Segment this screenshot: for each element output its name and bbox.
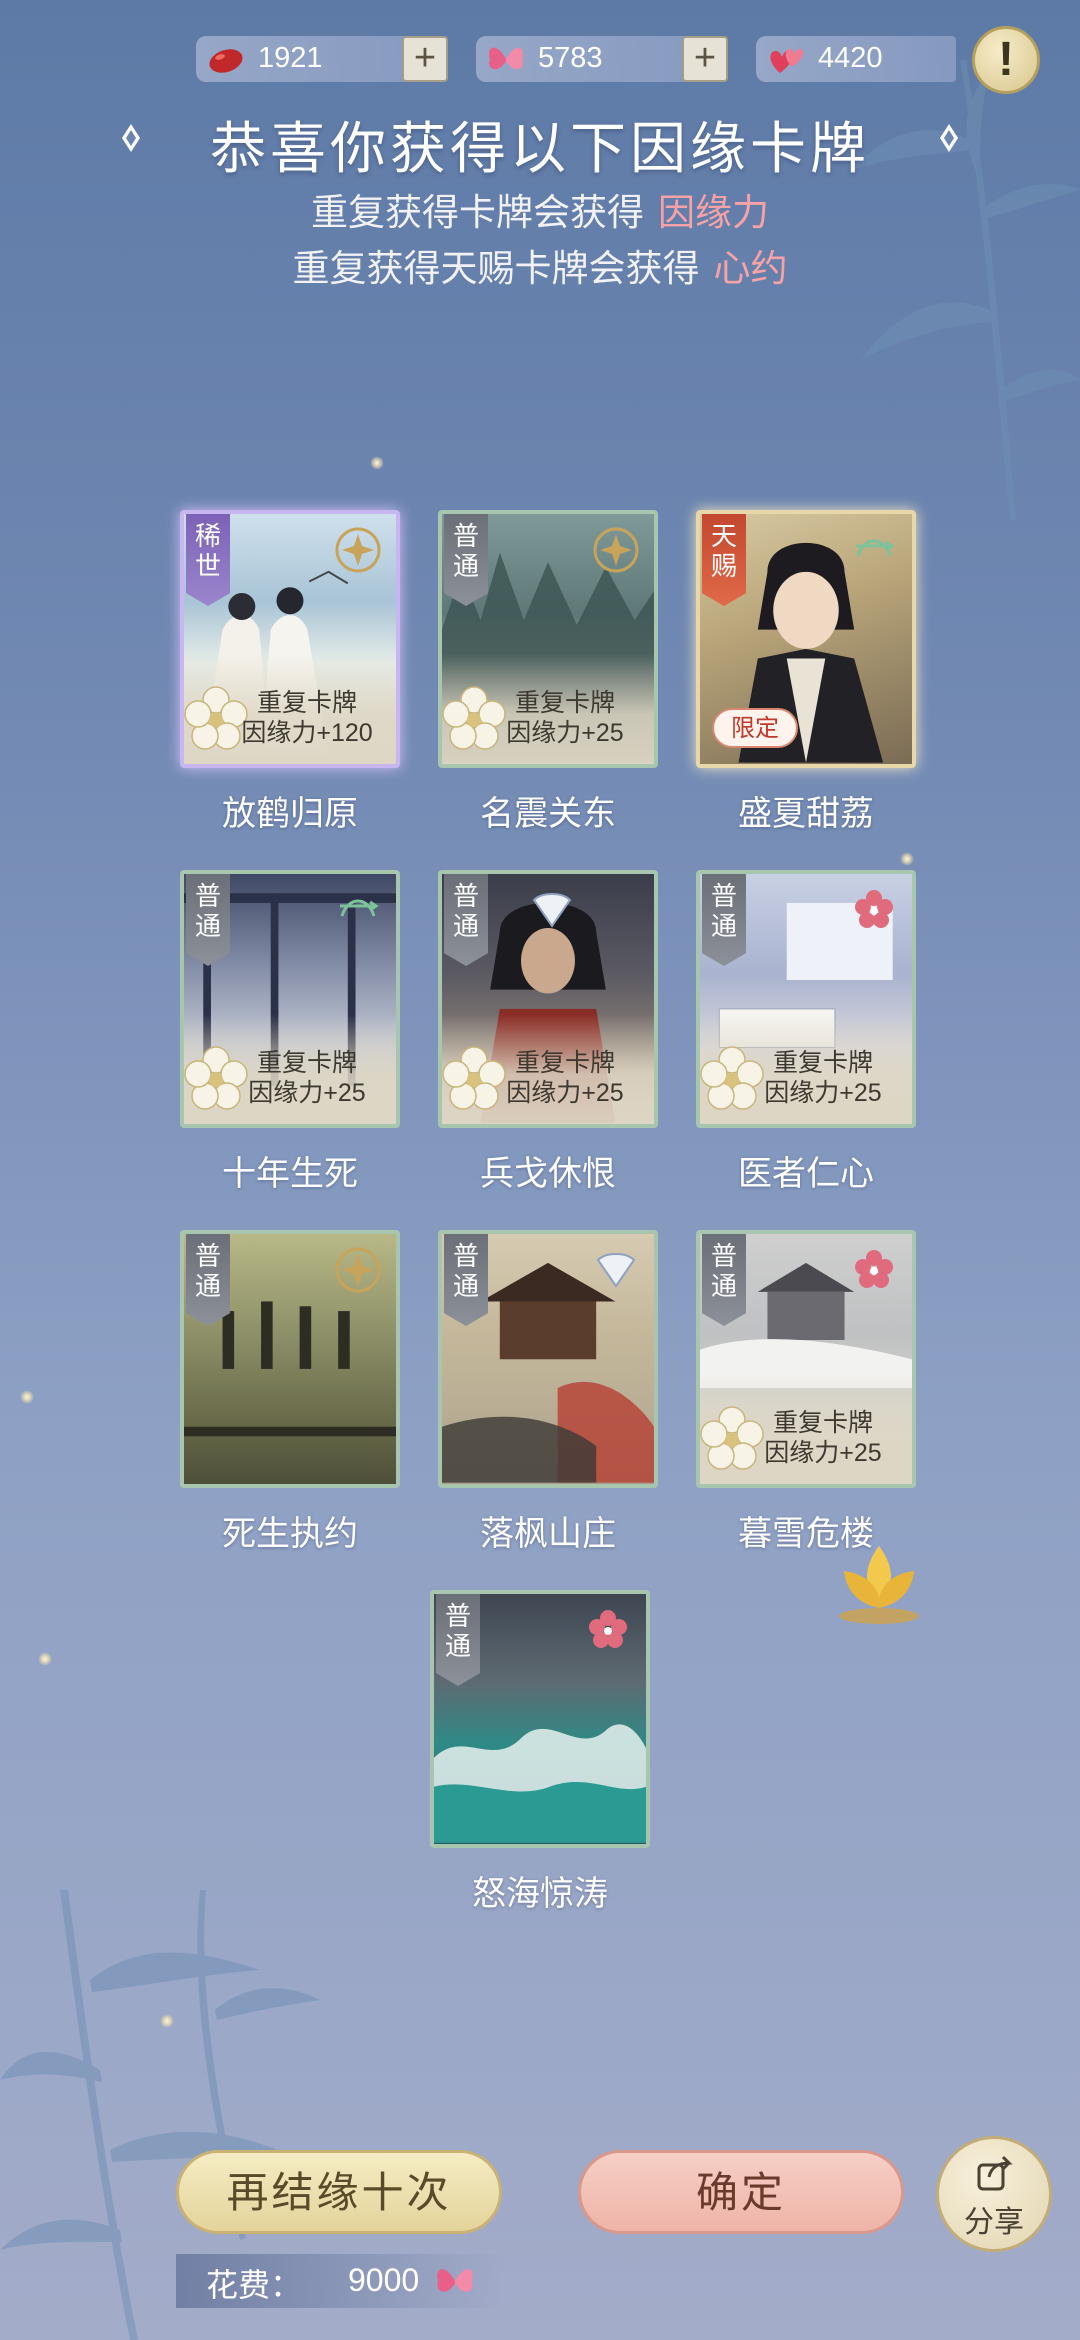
card-yizhe-renxin[interactable]: 普通 重复卡牌 因缘力+25	[696, 870, 916, 1128]
share-label: 分享	[964, 2205, 1024, 2240]
card-name: 十年生死	[222, 1154, 358, 1194]
card-muxue-weilou[interactable]: 普通 重复卡牌 因缘力+25	[696, 1230, 916, 1488]
page-title: 恭喜你获得以下因缘卡牌	[210, 117, 870, 182]
cost-display: 花费： 9000	[176, 2254, 506, 2308]
hearts-icon	[770, 49, 804, 73]
currency-butterfly: 5783 +	[476, 36, 728, 82]
share-button[interactable]: 分享	[936, 2136, 1052, 2252]
sparkle	[38, 1652, 52, 1666]
bond-reward: 因缘力+120	[241, 719, 373, 747]
gold-coin-icon	[335, 527, 381, 573]
add-butterfly-button[interactable]: +	[682, 36, 728, 82]
card-name: 兵戈休恨	[480, 1154, 616, 1194]
currency-hearts: 4420	[756, 36, 956, 82]
duplicate-label: 重复卡牌	[772, 1049, 873, 1077]
card-name: 落枫山庄	[480, 1514, 616, 1554]
red-flower-icon	[855, 890, 893, 928]
share-icon	[977, 2155, 1013, 2191]
butterfly-icon	[437, 2269, 473, 2292]
golden-lotus-icon	[839, 1546, 919, 1624]
redraw-ten-button[interactable]: 再结缘十次	[176, 2150, 502, 2234]
subtitle-highlight: 心约	[713, 247, 788, 290]
green-bow-icon	[340, 899, 379, 917]
currency-red-bean: 1921 +	[196, 36, 448, 82]
sparkle	[370, 456, 384, 470]
sparkle	[900, 852, 914, 866]
fan-icon	[596, 1253, 636, 1288]
limited-badge: 限定	[712, 708, 798, 748]
duplicate-info: 重复卡牌 因缘力+25	[740, 1408, 906, 1468]
card-sisheng-zhiyue[interactable]: 普通	[180, 1230, 400, 1488]
card-luofeng-shanzhuang[interactable]: 普通	[438, 1230, 658, 1488]
sparkle	[20, 1390, 34, 1404]
currency-value: 4420	[818, 42, 883, 74]
bond-reward: 因缘力+25	[248, 1079, 366, 1107]
green-bow-icon	[856, 539, 895, 557]
rarity-tag: 普通	[444, 1234, 488, 1326]
alert-button[interactable]: !	[972, 26, 1040, 94]
red-flower-icon	[589, 1610, 627, 1648]
rarity-tag: 普通	[702, 1234, 746, 1326]
rarity-tag: 稀世	[186, 514, 230, 606]
card-shinian-shengsi[interactable]: 普通 重复卡牌 因缘力+25	[180, 870, 400, 1128]
duplicate-label: 重复卡牌	[256, 1049, 357, 1077]
card-name: 放鹤归原	[222, 794, 358, 834]
bond-reward: 因缘力+25	[764, 1439, 882, 1467]
card-name: 医者仁心	[738, 1154, 874, 1194]
butterfly-icon	[489, 47, 523, 70]
currency-value: 5783	[538, 42, 603, 74]
confirm-button[interactable]: 确定	[578, 2150, 904, 2234]
subtitle-line-1: 重复获得卡牌会获得 因缘力	[0, 182, 1080, 236]
card-name: 盛夏甜荔	[738, 794, 874, 834]
red-flower-icon	[855, 1250, 893, 1288]
card-name: 名震关东	[480, 794, 616, 834]
card-fanghe-guiyuan[interactable]: 稀世 重复卡牌 因缘力+120	[180, 510, 400, 768]
duplicate-label: 重复卡牌	[772, 1409, 873, 1437]
card-nuhai-jingtao[interactable]: 普通	[430, 1590, 650, 1848]
rarity-tag: 普通	[444, 874, 488, 966]
card-bingge-xiuhen[interactable]: 普通 重复卡牌 因缘力+25	[438, 870, 658, 1128]
cost-value: 9000	[348, 2262, 420, 2298]
cost-label: 花费：	[206, 2266, 303, 2304]
red-bean-icon	[209, 49, 243, 73]
duplicate-info: 重复卡牌 因缘力+25	[482, 1048, 648, 1108]
duplicate-label: 重复卡牌	[514, 1049, 615, 1077]
subtitle-text: 重复获得天赐卡牌会获得	[292, 247, 700, 290]
card-name: 死生执约	[222, 1514, 358, 1554]
add-red-bean-button[interactable]: +	[402, 36, 448, 82]
duplicate-info: 重复卡牌 因缘力+25	[482, 688, 648, 748]
duplicate-info: 重复卡牌 因缘力+25	[740, 1048, 906, 1108]
bond-reward: 因缘力+25	[506, 1079, 624, 1107]
sparkle	[160, 2014, 174, 2028]
duplicate-info: 重复卡牌 因缘力+120	[224, 688, 390, 748]
rarity-tag: 天赐	[702, 514, 746, 606]
card-shengxia-tianli[interactable]: 天赐 限定	[696, 510, 916, 768]
subtitle-highlight: 因缘力	[658, 191, 769, 234]
gold-coin-icon	[335, 1247, 381, 1293]
rarity-tag: 普通	[186, 1234, 230, 1326]
rarity-tag: 普通	[436, 1594, 480, 1686]
gold-coin-icon	[593, 527, 639, 573]
duplicate-label: 重复卡牌	[514, 689, 615, 717]
rarity-tag: 普通	[444, 514, 488, 606]
duplicate-info: 重复卡牌 因缘力+25	[224, 1048, 390, 1108]
subtitle-text: 重复获得卡牌会获得	[311, 191, 644, 234]
bond-reward: 因缘力+25	[764, 1079, 882, 1107]
card-name: 怒海惊涛	[472, 1874, 608, 1914]
card-mingzhen-guandong[interactable]: 普通 重复卡牌 因缘力+25	[438, 510, 658, 768]
fan-icon	[532, 893, 572, 928]
duplicate-label: 重复卡牌	[256, 689, 357, 717]
rarity-tag: 普通	[702, 874, 746, 966]
subtitle-line-2: 重复获得天赐卡牌会获得 心约	[0, 238, 1080, 292]
bond-reward: 因缘力+25	[506, 719, 624, 747]
rarity-tag: 普通	[186, 874, 230, 966]
currency-value: 1921	[258, 42, 323, 74]
